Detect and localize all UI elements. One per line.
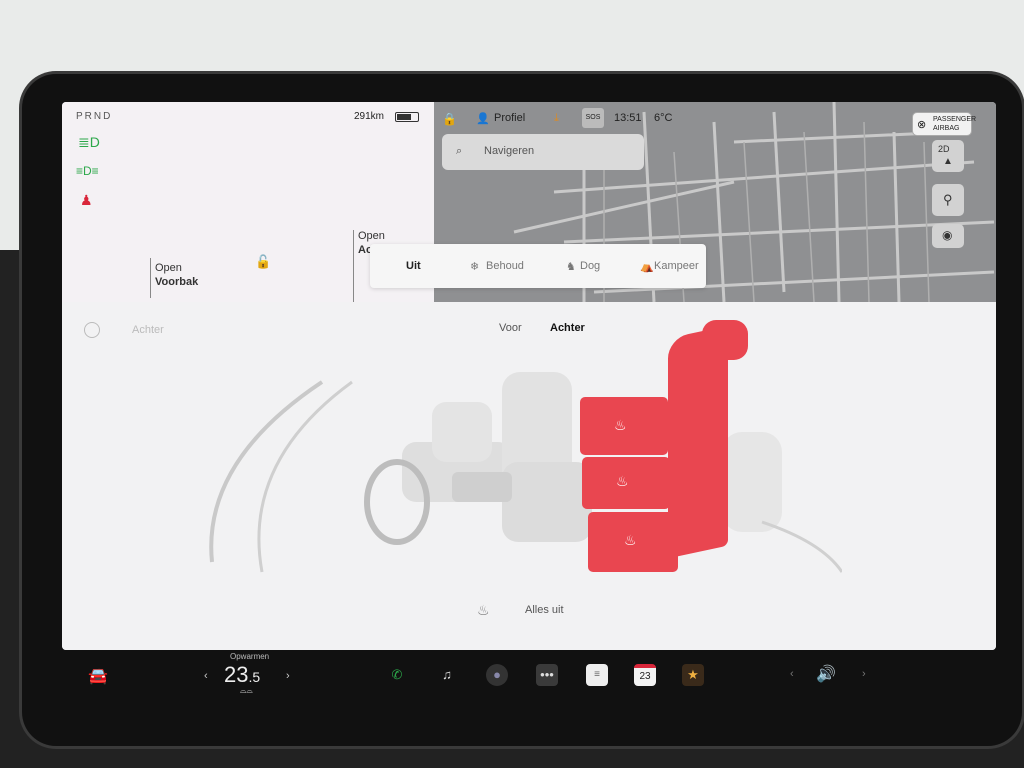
gear-indicator: PRND <box>76 111 113 122</box>
lock-icon[interactable]: 🔒 <box>442 112 457 126</box>
frunk-open-label[interactable]: Open <box>155 262 182 274</box>
volume-up-chevron-icon[interactable]: › <box>862 668 866 680</box>
seat-heater-panel: Achter Voor Achter ♨ ♨ ♨ ♨ Alles uit <box>62 302 996 650</box>
camera-icon[interactable]: ● <box>486 664 508 686</box>
power-icon[interactable] <box>84 322 100 338</box>
compass-arrow-icon: ▲ <box>943 156 953 167</box>
volume-icon[interactable]: 🔊 <box>816 664 836 684</box>
outside-temperature: 6°C <box>654 112 673 124</box>
phone-icon[interactable]: ✆ <box>386 664 408 686</box>
map-pin-button[interactable]: ⚲ <box>932 184 964 216</box>
temp-up-chevron-icon[interactable]: › <box>286 670 290 682</box>
climate-fan-icon: ⌓⌓ <box>240 686 253 695</box>
map-options-button[interactable]: ◉ <box>932 224 964 248</box>
rear-headrest <box>702 320 748 360</box>
toybox-icon[interactable]: ★ <box>682 664 704 686</box>
car-icon[interactable]: 🚘 <box>88 666 108 686</box>
rear-seat-left[interactable]: ♨ <box>580 397 668 455</box>
headlight-icon: ≣D <box>78 134 100 150</box>
music-icon[interactable]: ♫ <box>436 664 458 686</box>
heat-all-icon: ♨ <box>477 602 490 618</box>
sos-button[interactable]: SOS <box>582 108 604 128</box>
mode-option-dog[interactable]: Dog <box>580 260 600 272</box>
rear-label: Achter <box>132 324 164 336</box>
frunk-label[interactable]: Voorbak <box>155 276 198 288</box>
keep-icon: ❄ <box>470 261 480 273</box>
bottom-bar: 🚘 ‹ Opwarmen 23.5 ⌓⌓ › ✆ ♫ ● ••• ≡ 23 ★ … <box>62 652 996 702</box>
rear-seat-backrest[interactable] <box>668 325 728 559</box>
seatbelt-warning-icon: ♟ <box>80 192 93 208</box>
search-placeholder: Navigeren <box>484 145 535 157</box>
seat-heat-icon: ♨ <box>624 532 637 548</box>
mode-option-camp[interactable]: Kampeer <box>654 260 699 272</box>
seat-heat-icon: ♨ <box>614 417 627 433</box>
unlock-icon[interactable]: 🔓 <box>255 254 271 270</box>
touchscreen: PRND 291km ≣D ≡D≡ ♟ Open Voorbak 🔓 Open … <box>62 102 996 650</box>
range-readout: 291km <box>354 111 385 122</box>
camp-icon: ⛺ <box>640 261 654 273</box>
seat-heat-icon: ♨ <box>616 473 629 489</box>
volume-down-chevron-icon[interactable]: ‹ <box>790 668 794 680</box>
dog-icon: ♞ <box>566 261 576 273</box>
temp-down-chevron-icon[interactable]: ‹ <box>204 670 208 682</box>
search-icon: ⌕ <box>456 145 463 157</box>
tab-front-seats[interactable]: Voor <box>499 322 522 334</box>
rear-seat-right[interactable]: ♨ <box>588 512 678 572</box>
trunk-open-label[interactable]: Open <box>358 230 385 242</box>
mode-option-keep[interactable]: Behoud <box>486 260 524 272</box>
all-off-button[interactable]: Alles uit <box>525 604 564 616</box>
car-interior-illustration <box>209 372 842 573</box>
more-apps-icon[interactable]: ••• <box>536 664 558 686</box>
parking-light-icon: ≡D≡ <box>76 164 99 178</box>
map-orientation-button[interactable]: 2D ▲ <box>932 140 964 172</box>
battery-icon <box>395 112 419 122</box>
cabin-temperature[interactable]: 23.5 <box>224 662 260 688</box>
airbag-off-icon: ⊗ <box>917 119 927 131</box>
profile-icon[interactable]: 👤 <box>476 112 490 125</box>
tab-rear-seats[interactable]: Achter <box>550 322 585 334</box>
passenger-airbag-indicator: ⊗ PASSENGER AIRBAG <box>912 112 976 136</box>
download-icon[interactable]: ⤓ <box>554 112 559 125</box>
calendar-icon[interactable]: 23 <box>634 664 656 686</box>
navigation-search[interactable]: ⌕ Navigeren <box>442 134 644 170</box>
location-pin-icon: ⚲ <box>943 192 953 207</box>
climate-keep-mode-selector: Uit ❄ Behoud ♞ Dog ⛺ Kampeer <box>370 244 706 288</box>
notes-icon[interactable]: ≡ <box>586 664 608 686</box>
climate-mode-label: Opwarmen <box>230 652 270 661</box>
trunk-pointer-line <box>353 230 354 302</box>
map-options-icon: ◉ <box>942 228 953 242</box>
clock: 13:51 <box>614 112 642 124</box>
profile-label[interactable]: Profiel <box>494 112 525 124</box>
rear-seat-center[interactable]: ♨ <box>582 457 670 509</box>
mode-option-off[interactable]: Uit <box>406 260 421 272</box>
frunk-pointer-line <box>150 258 151 298</box>
